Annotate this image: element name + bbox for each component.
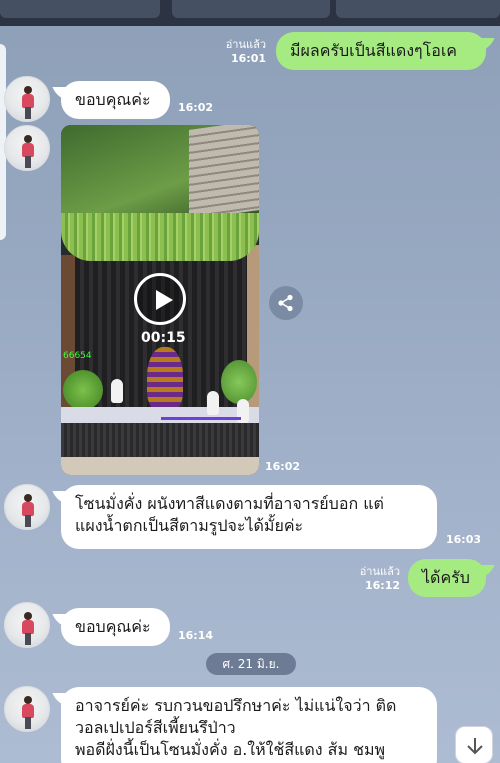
message-time: 16:03 <box>446 533 482 546</box>
header-tab-right[interactable] <box>336 0 500 18</box>
contact-avatar[interactable] <box>4 125 50 171</box>
message-text: ได้ครับ <box>422 568 470 587</box>
message-meta: อ่านแล้ว 16:01 <box>214 38 266 66</box>
message-meta: อ่านแล้ว 16:12 <box>346 565 400 593</box>
incoming-message[interactable]: อาจารย์ค่ะ รบกวนขอปรึกษาค่ะ ไม่แน่ใจว่า … <box>61 687 437 763</box>
message-time: 16:02 <box>265 460 301 473</box>
header-bar <box>0 0 500 26</box>
message-text: ขอบคุณค่ะ <box>75 617 151 636</box>
header-tab-left[interactable] <box>0 0 160 18</box>
play-button[interactable] <box>134 273 186 325</box>
message-text-line: โซนมั่งคั่ง ผนังทาสีแดงตามที่อาจารย์บอก … <box>75 494 384 513</box>
contact-avatar[interactable] <box>4 76 50 122</box>
message-time: 16:12 <box>364 579 400 592</box>
message-text: มีผลครับเป็นสีแดงๆโอเค <box>290 41 457 60</box>
message-time: 16:01 <box>230 52 266 65</box>
outgoing-message[interactable]: ได้ครับ <box>408 559 486 597</box>
share-icon <box>278 294 293 312</box>
message-time: 16:14 <box>178 629 214 642</box>
date-separator: ศ. 21 มิ.ย. <box>206 653 296 675</box>
incoming-message[interactable]: โซนมั่งคั่ง ผนังทาสีแดงตามที่อาจารย์บอก … <box>61 485 437 549</box>
video-watermark: 66654 <box>63 351 92 361</box>
arrow-down-icon <box>467 738 483 755</box>
play-icon <box>156 290 173 310</box>
message-text-line: อาจารย์ค่ะ รบกวนขอปรึกษาค่ะ ไม่แน่ใจว่า … <box>75 696 397 715</box>
share-button[interactable] <box>269 286 303 320</box>
message-text-line: วอลเปเปอร์สีเพี้ยนรึป่าว <box>75 718 236 737</box>
contact-avatar[interactable] <box>4 602 50 648</box>
incoming-message[interactable]: ขอบคุณค่ะ <box>61 81 170 119</box>
header-tab-middle[interactable] <box>172 0 330 18</box>
message-text-line: พอดีฝั่งนี้เป็นโซนมั่งคั่ง อ.ให้ใช้สีแดง… <box>75 740 386 759</box>
message-text-line: แผงน้ำตกเป็นสีตามรูปจะได้มั้ยค่ะ <box>75 516 304 535</box>
contact-avatar[interactable] <box>4 484 50 530</box>
read-receipt: อ่านแล้ว <box>225 38 266 51</box>
contact-avatar[interactable] <box>4 686 50 732</box>
message-text: ขอบคุณค่ะ <box>75 90 151 109</box>
video-duration: 00:15 <box>141 330 186 346</box>
incoming-message[interactable]: ขอบคุณค่ะ <box>61 608 170 646</box>
read-receipt: อ่านแล้ว <box>359 565 400 578</box>
message-time: 16:02 <box>178 101 214 114</box>
outgoing-message[interactable]: มีผลครับเป็นสีแดงๆโอเค <box>276 32 486 70</box>
scroll-to-bottom-button[interactable] <box>455 726 493 763</box>
